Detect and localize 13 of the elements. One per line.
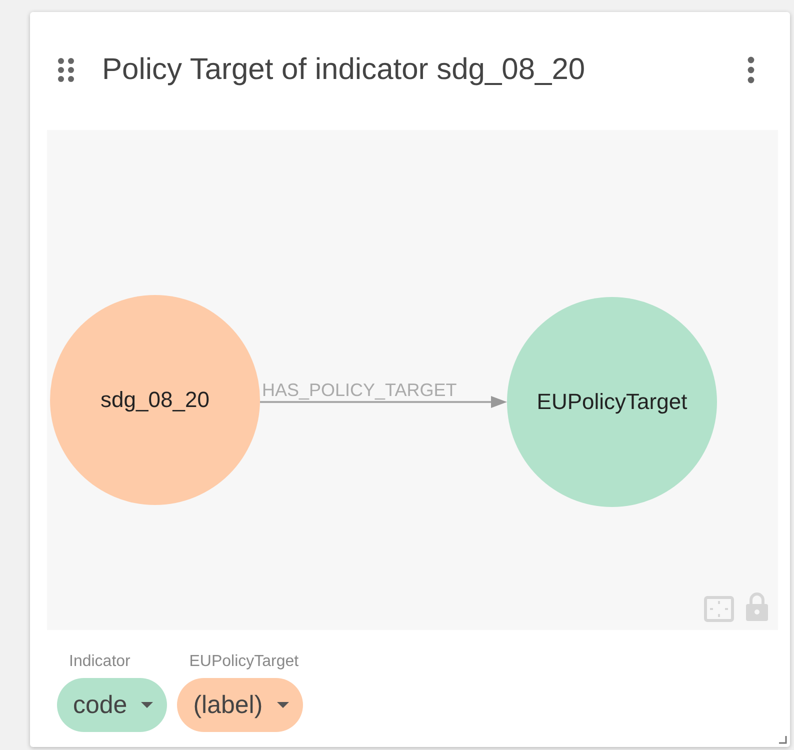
graph-node[interactable]: sdg_08_20	[50, 295, 260, 505]
drag-handle-icon[interactable]	[57, 57, 75, 83]
more-options-icon[interactable]	[747, 56, 755, 84]
card-title: Policy Target of indicator sdg_08_20	[102, 53, 586, 87]
edge-label: HAS_POLICY_TARGET	[262, 380, 457, 400]
resize-handle-icon[interactable]	[779, 736, 787, 744]
property-dropdown[interactable]: (label)	[177, 678, 303, 732]
graph-node[interactable]: EUPolicyTarget	[507, 297, 717, 507]
legend-category: Indicator	[68, 652, 132, 672]
legend-category: EUPolicyTarget	[188, 652, 300, 672]
property-dropdown[interactable]: code	[57, 678, 168, 732]
caret-icon	[141, 702, 154, 708]
caret-icon	[276, 702, 289, 708]
